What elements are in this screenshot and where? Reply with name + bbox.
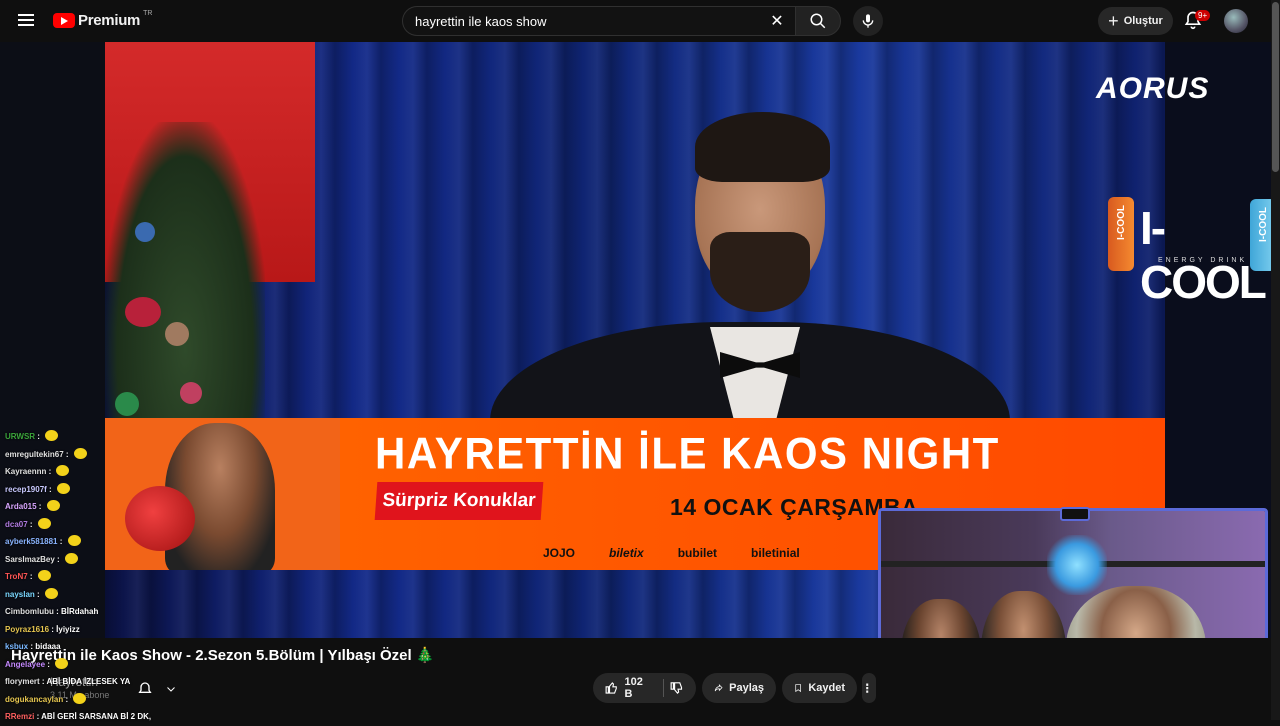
logo-text: Premium [78, 12, 141, 29]
microphone-icon [862, 14, 874, 28]
chat-message: Cimbomlubu : BİRdahah [5, 607, 99, 616]
create-label: Oluştur [1123, 15, 1163, 27]
chat-username: Cimbomlubu [5, 607, 54, 616]
icool-logo: I-COOL I-COOL I-COOL ENERGY DRINK [1108, 197, 1271, 308]
icool-subtitle: ENERGY DRINK [1158, 257, 1248, 264]
chat-text: bidaaa [35, 642, 61, 651]
share-label: Paylaş [729, 682, 764, 694]
share-icon [714, 684, 723, 692]
chat-username: emregultekin67 [5, 449, 64, 459]
chat-message: emregultekin67 : [0, 446, 340, 464]
chat-username: nayslan [5, 589, 35, 599]
chat-message: TroN7 : [0, 568, 340, 586]
search-icon [810, 13, 826, 29]
voice-search-button[interactable] [853, 6, 883, 36]
create-button[interactable]: + Oluştur [1098, 7, 1173, 35]
chat-message: Angelayee : [0, 656, 340, 674]
chat-username: URWSR [5, 432, 36, 441]
chat-message: dca07 : [0, 516, 340, 534]
chat-message: Kayraennn : [0, 463, 340, 481]
chat-message: ksbux : bidaaa [5, 642, 61, 651]
sponsor-list: JOJO biletix bubilet biletinial [543, 546, 800, 560]
more-actions-button[interactable]: ⁝ [862, 673, 876, 703]
chat-text: BİRdahah [61, 607, 99, 616]
clear-search-icon[interactable]: ✕ [767, 12, 787, 32]
chat-message: URWSR : [0, 428, 340, 446]
thumbs-down-icon[interactable] [670, 680, 684, 696]
chat-username: Kayraennn [5, 467, 47, 476]
like-dislike-group: 102 B [593, 673, 696, 703]
chat-text: ABİ BİDA İZLESEK YA [46, 677, 131, 686]
sponsor-bubilet: bubilet [677, 546, 718, 560]
youtube-icon [53, 13, 75, 28]
chat-text: İyiyizz [56, 624, 80, 634]
logo-country-code: TR [143, 10, 153, 17]
sponsor-biletix: biletix [609, 546, 644, 560]
chat-username: Angelayee [5, 659, 46, 669]
notification-badge: 9+ [1195, 10, 1211, 21]
cube-logo [1047, 535, 1107, 595]
chat-message: florymert : ABİ BİDA İZLESEK YA [5, 677, 131, 686]
search-input[interactable]: hayrettin ile kaos show ✕ [402, 6, 795, 36]
chat-username: dca07 [5, 519, 28, 529]
plus-icon: + [1108, 11, 1119, 31]
chat-username: Arda015 [5, 502, 37, 511]
chat-username: SarsImazBey [5, 554, 55, 564]
bookmark-icon [795, 684, 801, 693]
surprise-guests-label: Sürpriz Konuklar [374, 482, 544, 520]
chat-message: RRemzi : ABİ GERİ SARSANA Bİ 2 DK, [5, 712, 152, 721]
emote-icon [56, 482, 70, 494]
orange-can: I-COOL [1108, 197, 1134, 271]
chat-message: Arda015 : [0, 498, 340, 516]
chat-message: recep1907f : [0, 481, 340, 499]
chat-username: dogukancaylan [5, 694, 64, 704]
emote-icon [64, 552, 78, 564]
like-count: 102 B [624, 676, 643, 700]
chat-username: Poyraz1616 [5, 624, 50, 634]
sponsor-biletinial: biletinial [751, 546, 800, 560]
emote-icon [45, 430, 59, 441]
emote-icon [44, 587, 58, 599]
scrollbar-thumb[interactable] [1272, 2, 1279, 172]
chat-message: ayberk581881 : [0, 533, 340, 551]
emote-icon [46, 500, 60, 511]
menu-icon[interactable] [14, 11, 38, 31]
search-button[interactable] [795, 6, 841, 36]
blue-can: I-COOL [1250, 199, 1271, 271]
emote-icon [73, 447, 87, 459]
like-button[interactable]: 102 B [605, 676, 649, 700]
chat-username: recep1907f [5, 484, 47, 494]
chat-username: florymert [5, 677, 40, 686]
emote-icon [56, 465, 70, 476]
chat-message: Poyraz1616 : İyiyizz [5, 624, 80, 634]
top-bar: Premium TR hayrettin ile kaos show ✕ + O… [0, 0, 1280, 42]
emote-icon [37, 517, 51, 529]
aorus-logo: AORUS [1096, 72, 1210, 105]
sponsor-jojo: JOJO [543, 546, 576, 560]
emote-icon [67, 535, 81, 546]
chat-message: dogukancaylan : [0, 691, 340, 709]
chat-message: SarsImazBey : [0, 551, 340, 569]
chat-username: TroN7 [5, 572, 28, 581]
share-button[interactable]: Paylaş [702, 673, 776, 703]
save-label: Kaydet [808, 682, 845, 694]
youtube-premium-logo[interactable]: Premium TR [53, 10, 153, 29]
chat-username: ksbux [5, 642, 29, 651]
thumbs-up-icon [605, 682, 617, 694]
chat-username: ayberk581881 [5, 537, 58, 546]
banner-title: HAYRETTİN İLE KAOS NIGHT [375, 428, 1000, 479]
emote-icon [37, 570, 51, 581]
chat-message: nayslan : [0, 586, 340, 604]
emote-icon [73, 692, 87, 704]
live-chat-overlay: URWSR : emregultekin67 : Kayraennn : rec… [0, 428, 340, 721]
emote-icon [55, 657, 69, 669]
account-avatar[interactable] [1224, 9, 1248, 33]
save-button[interactable]: Kaydet [782, 673, 857, 703]
facecam-logo-badge [1060, 507, 1090, 521]
clip-icon: ⁝ [865, 679, 870, 696]
search-value: hayrettin ile kaos show [415, 13, 547, 29]
